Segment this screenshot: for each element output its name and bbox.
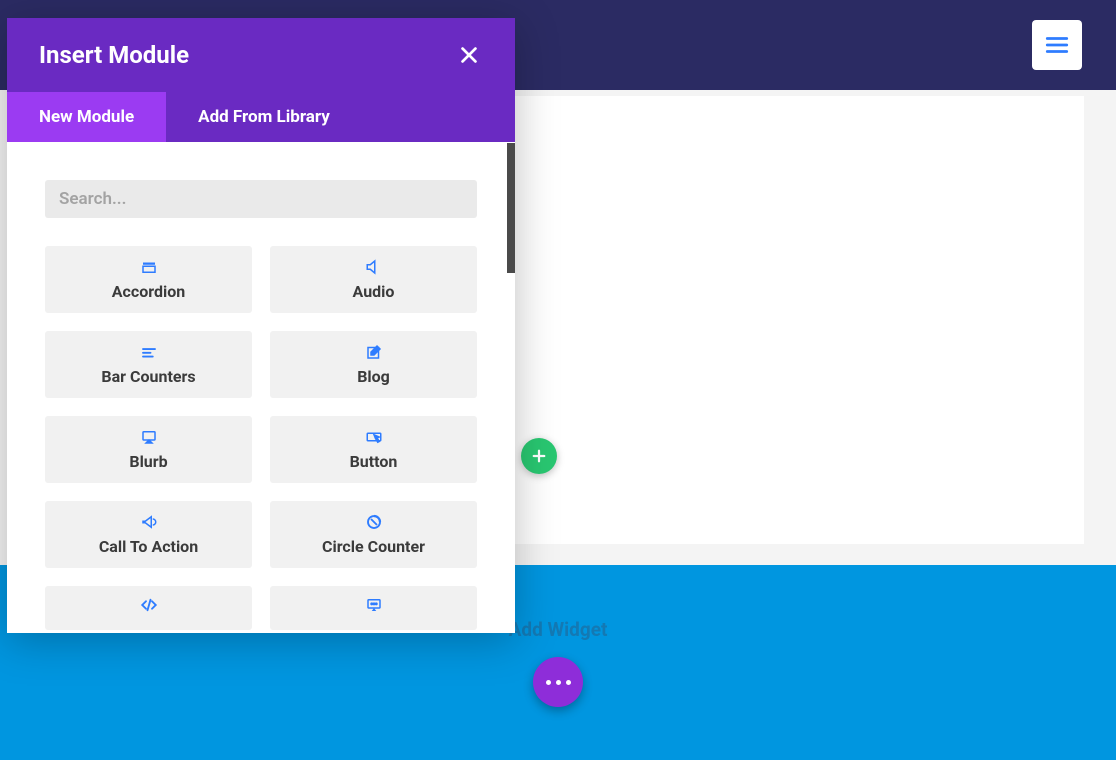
module-accordion[interactable]: Accordion: [45, 246, 252, 313]
module-grid: Accordion Audio Bar Counters Blog Blurb: [45, 246, 477, 630]
module-label: Call To Action: [99, 537, 198, 556]
tab-add-from-library[interactable]: Add From Library: [166, 92, 362, 142]
module-label: Bar Counters: [101, 367, 195, 386]
modal-header: Insert Module: [7, 18, 515, 92]
button-icon: [364, 428, 384, 446]
insert-module-modal: Insert Module New Module Add From Librar…: [7, 18, 515, 633]
blurb-icon: [139, 428, 159, 446]
module-code[interactable]: Code: [45, 586, 252, 630]
more-actions-button[interactable]: [533, 657, 583, 707]
close-button[interactable]: [455, 41, 483, 69]
blog-icon: [364, 343, 384, 361]
plus-icon: [530, 447, 548, 465]
modal-tabs: New Module Add From Library: [7, 92, 515, 142]
module-label: Audio: [353, 282, 395, 301]
modal-scrollbar[interactable]: [507, 143, 515, 273]
module-label: Circle Counter: [322, 537, 425, 556]
module-blurb[interactable]: Blurb: [45, 416, 252, 483]
module-circle-counter[interactable]: Circle Counter: [270, 501, 477, 568]
comments-icon: [364, 596, 384, 614]
cta-icon: [139, 513, 159, 531]
code-icon: [139, 596, 159, 614]
search-input[interactable]: [45, 180, 477, 218]
hamburger-icon: [1044, 32, 1070, 58]
module-audio[interactable]: Audio: [270, 246, 477, 313]
modal-title: Insert Module: [39, 41, 189, 69]
hamburger-menu-button[interactable]: [1032, 20, 1082, 70]
circle-counter-icon: [364, 513, 384, 531]
close-icon: [458, 44, 480, 66]
module-bar-counters[interactable]: Bar Counters: [45, 331, 252, 398]
add-widget-label: Add Widget: [509, 618, 608, 641]
module-label: Button: [350, 452, 398, 471]
modal-body: Accordion Audio Bar Counters Blog Blurb: [7, 142, 515, 630]
accordion-icon: [139, 258, 159, 276]
tab-new-module[interactable]: New Module: [7, 92, 166, 142]
module-blog[interactable]: Blog: [270, 331, 477, 398]
module-comments[interactable]: Comments: [270, 586, 477, 630]
bar-counters-icon: [139, 343, 159, 361]
module-call-to-action[interactable]: Call To Action: [45, 501, 252, 568]
dots-icon: [546, 680, 571, 685]
add-row-button[interactable]: [521, 438, 557, 474]
module-label: Blog: [357, 367, 390, 386]
audio-icon: [364, 258, 384, 276]
module-button[interactable]: Button: [270, 416, 477, 483]
module-label: Blurb: [129, 452, 167, 471]
module-label: Accordion: [112, 282, 185, 301]
